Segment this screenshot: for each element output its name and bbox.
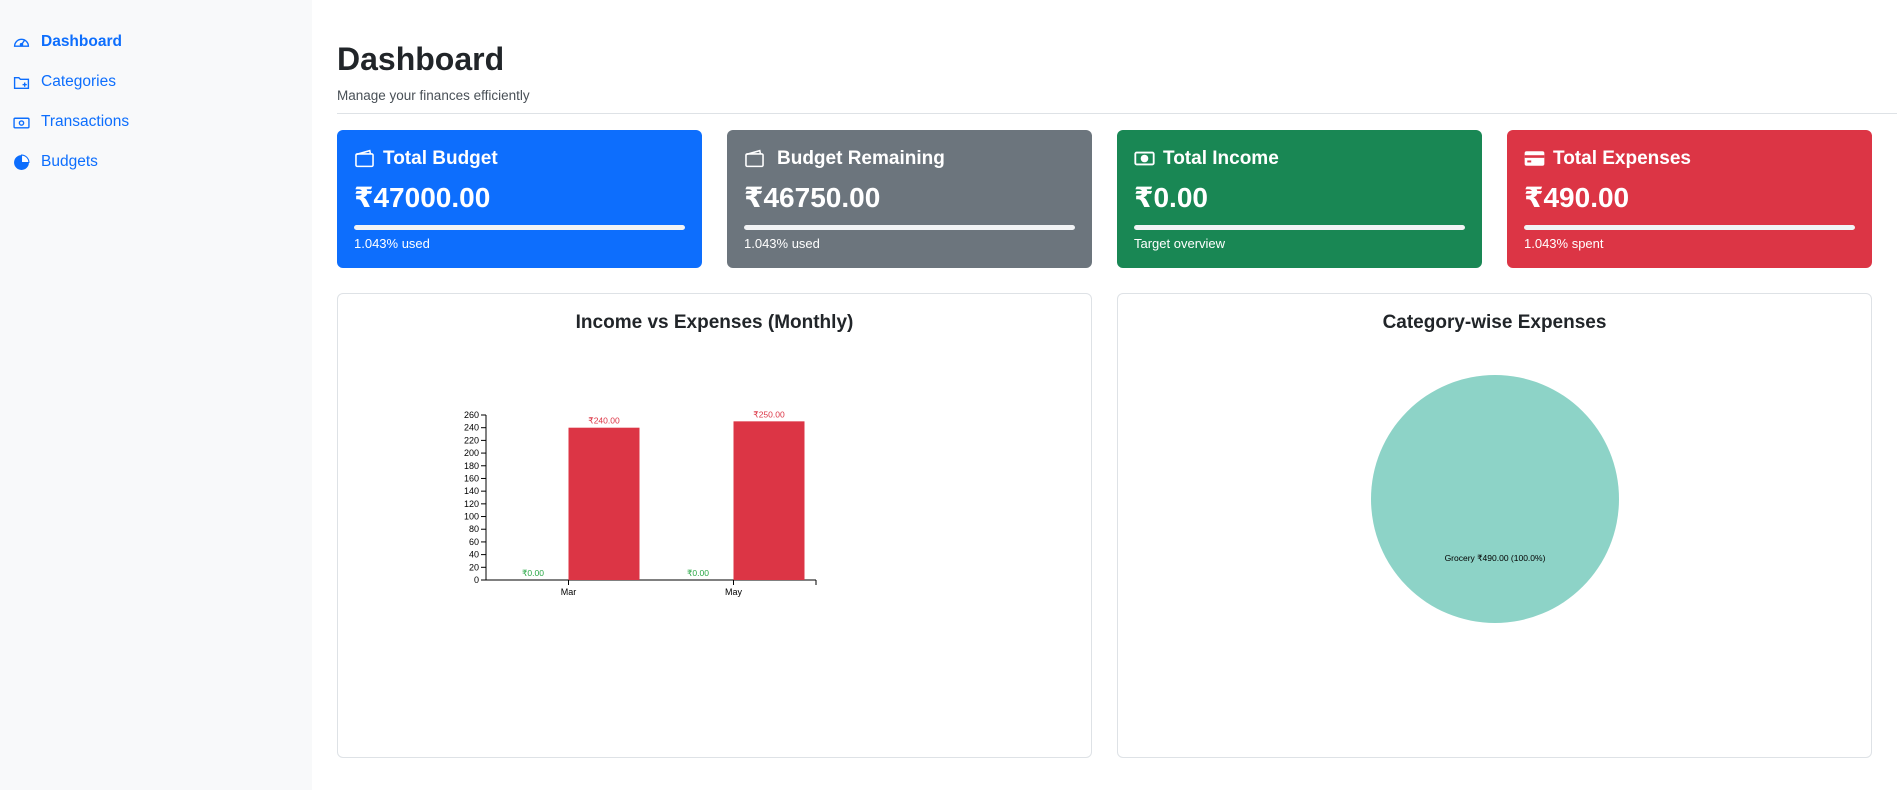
card-value: ₹46750.00 — [744, 182, 881, 213]
card-note: 1.043% used — [354, 236, 430, 251]
y-tick-label: 220 — [464, 435, 479, 445]
wallet-icon — [354, 148, 376, 170]
card-note: Target overview — [1134, 236, 1226, 251]
y-tick-label: 160 — [464, 473, 479, 483]
pie-chart-icon — [12, 153, 30, 171]
card-value: ₹0.00 — [1134, 182, 1208, 213]
sidebar: Dashboard Categories Transactions Budget… — [0, 0, 312, 790]
budget-remaining-card: Budget Remaining ₹46750.00 1.043% used — [727, 130, 1092, 268]
main-content: Dashboard Manage your finances efficient… — [312, 0, 1897, 790]
folder-icon — [12, 73, 30, 91]
sidebar-item-label: Categories — [41, 73, 116, 90]
card-title: Total Budget — [383, 148, 498, 169]
cash-icon — [1134, 148, 1156, 170]
app-root: Dashboard Categories Transactions Budget… — [0, 0, 1897, 790]
income-expenses-bar-chart: 0 20 40 60 80 100 120 140 160 180 200 220 240 260 Mar ₹… — [464, 409, 817, 597]
bar — [733, 421, 805, 580]
card-title: Total Expenses — [1553, 148, 1691, 169]
summary-cards: Total Budget ₹47000.00 1.043% used Budge… — [337, 130, 1897, 268]
y-tick-label: 20 — [469, 562, 479, 572]
y-tick-label: 80 — [469, 524, 479, 534]
card-title: Budget Remaining — [777, 148, 945, 169]
y-tick-label: 0 — [474, 575, 479, 585]
income-expenses-panel: Income vs Expenses (Monthly) 0 20 40 60 80 10… — [337, 293, 1092, 758]
y-tick-label: 260 — [464, 410, 479, 420]
page-subtitle: Manage your finances efficiently — [337, 88, 530, 103]
progress-fill — [1524, 225, 1855, 230]
page-title: Dashboard — [337, 41, 505, 77]
x-tick-label: Mar — [561, 587, 577, 597]
total-budget-card: Total Budget ₹47000.00 1.043% used — [337, 130, 702, 268]
sidebar-item-label: Budgets — [41, 153, 98, 170]
sidebar-item-budgets[interactable]: Budgets — [0, 142, 312, 182]
sidebar-item-label: Dashboard — [41, 33, 122, 50]
y-tick-label: 100 — [464, 512, 479, 522]
y-tick-label: 140 — [464, 486, 479, 496]
sidebar-item-categories[interactable]: Categories — [0, 62, 312, 102]
bar-value-label: ₹0.00 — [687, 568, 709, 578]
y-tick-label: 240 — [464, 423, 479, 433]
pie-slice-label: Grocery ₹490.00 (100.0%) — [1445, 553, 1546, 563]
bar-value-label: ₹240.00 — [588, 416, 620, 426]
sidebar-item-transactions[interactable]: Transactions — [0, 102, 312, 142]
bar — [568, 427, 640, 580]
header-divider — [337, 113, 1897, 114]
wallet-icon — [744, 148, 766, 170]
progress-fill — [354, 225, 685, 230]
card-value: ₹490.00 — [1524, 182, 1630, 213]
bar-value-label: ₹0.00 — [522, 568, 544, 578]
y-tick-label: 40 — [469, 550, 479, 560]
total-expenses-card: Total Expenses ₹490.00 1.043% spent — [1507, 130, 1872, 268]
category-expenses-pie-chart: Grocery ₹490.00 (100.0%) — [1371, 375, 1619, 623]
y-tick-label: 60 — [469, 537, 479, 547]
progress-fill — [1134, 225, 1465, 230]
card-note: 1.043% used — [744, 236, 820, 251]
progress-bar — [354, 225, 685, 230]
cash-icon — [12, 113, 30, 131]
chart-panels: Income vs Expenses (Monthly) 0 20 40 60 80 10… — [337, 293, 1897, 758]
bar-value-label: ₹250.00 — [753, 409, 785, 419]
category-expenses-panel: Category-wise Expenses Grocery ₹490.00 (… — [1117, 293, 1872, 758]
card-value: ₹47000.00 — [354, 182, 491, 213]
y-tick-label: 120 — [464, 499, 479, 509]
speedometer-icon — [12, 33, 30, 51]
sidebar-item-dashboard[interactable]: Dashboard — [0, 22, 312, 62]
card-note: 1.043% spent — [1524, 236, 1604, 251]
card-title: Total Income — [1163, 148, 1279, 169]
credit-card-icon — [1524, 148, 1546, 170]
progress-bar — [744, 225, 1075, 230]
y-tick-label: 200 — [464, 448, 479, 458]
progress-bar — [1134, 225, 1465, 230]
sidebar-item-label: Transactions — [41, 113, 130, 130]
pie-slice — [1371, 375, 1619, 623]
total-income-card: Total Income ₹0.00 Target overview — [1117, 130, 1482, 268]
y-tick-label: 180 — [464, 461, 479, 471]
x-tick-label: May — [725, 587, 743, 597]
progress-bar — [1524, 225, 1855, 230]
progress-fill — [744, 225, 1075, 230]
